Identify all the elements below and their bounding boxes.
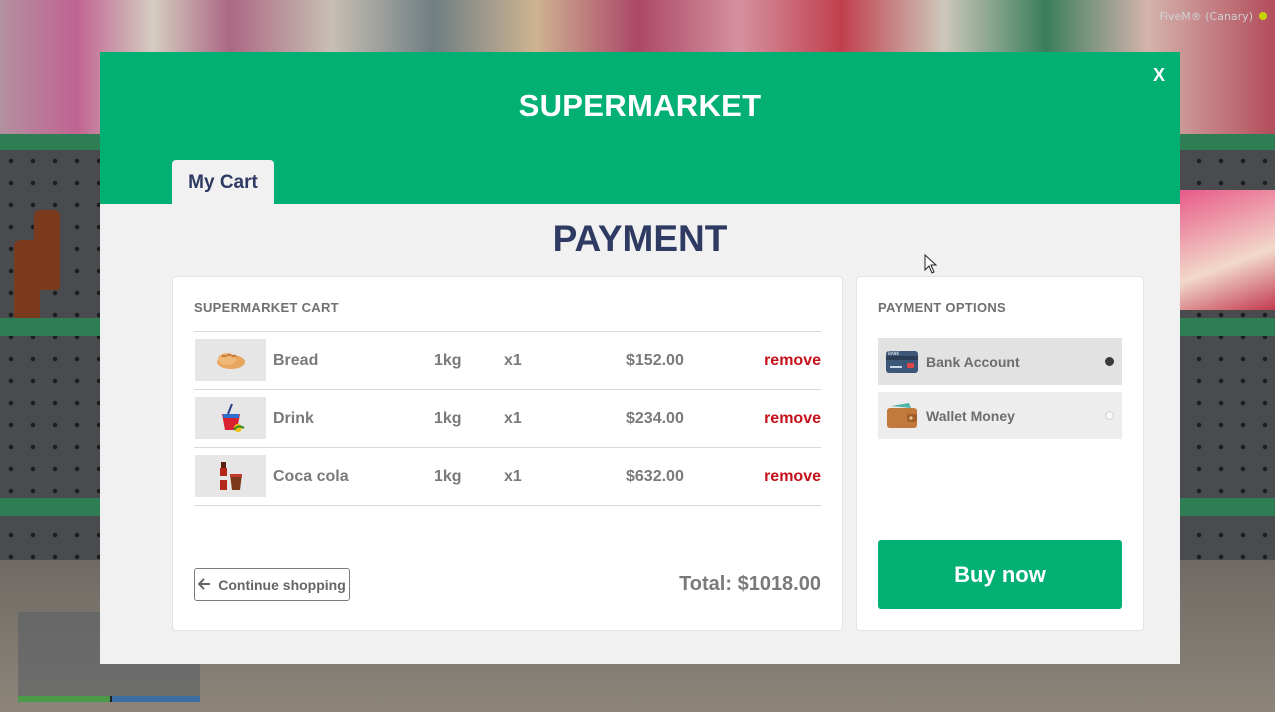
item-unit: 1kg: [434, 352, 462, 369]
item-price: $152.00: [626, 352, 684, 369]
item-quantity: x1: [504, 410, 522, 427]
payment-option-label: Wallet Money: [926, 407, 1015, 424]
cart-row: Drink 1kg x1 $234.00 remove: [194, 390, 821, 448]
page-title: PAYMENT: [552, 218, 728, 259]
armor-bar: [112, 696, 200, 702]
modal-title: SUPERMARKET: [518, 88, 762, 123]
hud-bars: [18, 696, 200, 702]
item-unit: 1kg: [434, 468, 462, 485]
mouse-cursor-icon: [924, 253, 938, 279]
health-bar: [18, 696, 110, 702]
svg-text:BANK: BANK: [888, 351, 899, 356]
buy-now-button[interactable]: Buy now: [878, 540, 1122, 609]
payment-option-bank[interactable]: BANK Bank Account: [878, 338, 1122, 385]
bread-icon: [195, 339, 266, 381]
magazine-decoration: [1180, 190, 1275, 310]
item-name: Coca cola: [273, 468, 349, 485]
radio-unselected[interactable]: [1105, 411, 1114, 420]
drink-icon: [195, 397, 266, 439]
status-dot-icon: [1259, 12, 1267, 20]
close-button[interactable]: X: [1148, 64, 1170, 86]
client-label: FiveM® (Canary): [1159, 10, 1253, 23]
remove-button[interactable]: remove: [764, 390, 821, 447]
payment-panel: PAYMENT OPTIONS BANK Bank Account Wallet…: [856, 276, 1144, 631]
cart-row: Coca cola 1kg x1 $632.00 remove: [194, 448, 821, 506]
remove-button[interactable]: remove: [764, 448, 821, 505]
bottle-decoration: [14, 240, 40, 320]
item-price: $632.00: [626, 468, 684, 485]
item-quantity: x1: [504, 468, 522, 485]
modal-header: SUPERMARKET X My Cart: [100, 52, 1180, 204]
supermarket-modal: SUPERMARKET X My Cart PAYMENT SUPERMARKE…: [100, 52, 1180, 664]
item-name: Drink: [273, 410, 314, 427]
remove-button[interactable]: remove: [764, 332, 821, 389]
cart-row: Bread 1kg x1 $152.00 remove: [194, 332, 821, 390]
arrow-left-icon: [197, 577, 211, 593]
continue-shopping-button[interactable]: Continue shopping: [194, 568, 350, 601]
tab-my-cart[interactable]: My Cart: [172, 160, 274, 204]
cart-title: SUPERMARKET CART: [194, 300, 339, 315]
item-price: $234.00: [626, 410, 684, 427]
coca-cola-icon: [195, 455, 266, 497]
payment-option-wallet[interactable]: Wallet Money: [878, 392, 1122, 439]
item-quantity: x1: [504, 352, 522, 369]
continue-shopping-label: Continue shopping: [218, 576, 346, 593]
item-unit: 1kg: [434, 410, 462, 427]
payment-title: PAYMENT OPTIONS: [878, 300, 1007, 315]
item-name: Bread: [273, 352, 319, 369]
wallet-icon: [885, 401, 919, 431]
radio-selected[interactable]: [1105, 357, 1114, 366]
bank-card-icon: BANK: [885, 347, 919, 377]
cart-panel: SUPERMARKET CART Bread 1kg x1 $152.00 re…: [172, 276, 843, 631]
cart-total: Total: $1018.00: [679, 573, 821, 595]
cart-list: Bread 1kg x1 $152.00 remove Drink 1kg x1…: [194, 331, 821, 506]
payment-option-label: Bank Account: [926, 353, 1020, 370]
